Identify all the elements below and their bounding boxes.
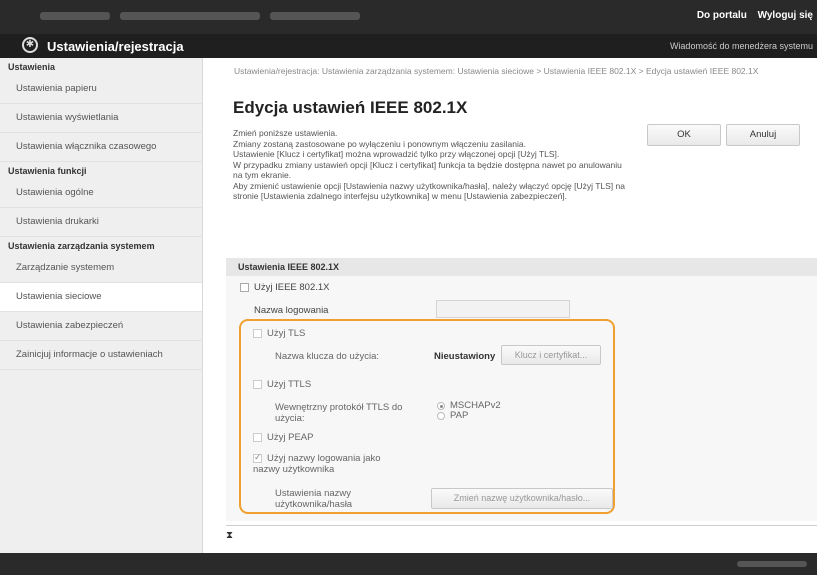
username-settings-label: Ustawienia nazwy: [275, 488, 352, 499]
sidebar-section-title: Ustawienia funkcji: [8, 166, 87, 176]
divider: [226, 525, 817, 526]
use-ieee-label: Użyj IEEE 802.1X: [254, 282, 330, 293]
settings-logo-icon: ✱: [22, 37, 38, 53]
use-peap-checkbox[interactable]: [253, 433, 262, 442]
sidebar-section-title: Ustawienia: [8, 62, 56, 72]
login-name-label: Nazwa logowania: [254, 305, 329, 316]
username-settings-label: użytkownika/hasła: [275, 499, 353, 510]
ok-button[interactable]: OK: [647, 124, 721, 146]
login-name-field[interactable]: [436, 300, 570, 318]
radio-mschapv2[interactable]: [437, 402, 445, 410]
use-ieee-checkbox[interactable]: [240, 283, 249, 292]
app-title: Ustawienia/rejestracja: [47, 39, 184, 54]
admin-message-link[interactable]: Wiadomość do menedżera systemu: [670, 41, 813, 51]
cancel-button[interactable]: Anuluj: [726, 124, 800, 146]
breadcrumb: Ustawienia/rejestracja: Ustawienia zarzą…: [234, 66, 759, 76]
blurred-text: [270, 12, 360, 20]
top-bar: Do portalu Wyloguj się: [0, 0, 817, 34]
section-header: Ustawienia IEEE 802.1X: [226, 258, 817, 276]
page-title: Edycja ustawień IEEE 802.1X: [233, 98, 468, 117]
blurred-copyright: [737, 561, 807, 567]
sidebar: Ustawienia Ustawienia papieru Ustawienia…: [0, 58, 203, 553]
scroll-top-icon[interactable]: ⧗: [226, 530, 233, 541]
sidebar-item-security-settings[interactable]: Ustawienia zabezpieczeń: [0, 312, 202, 341]
sidebar-item-display-settings[interactable]: Ustawienia wyświetlania: [0, 104, 202, 133]
use-login-as-username-label: Użyj nazwy logowania jako: [267, 453, 381, 464]
use-tls-checkbox[interactable]: [253, 329, 262, 338]
radio-pap-label: PAP: [450, 410, 469, 421]
app-bar: ✱ Ustawienia/rejestracja Wiadomość do me…: [0, 34, 817, 58]
sidebar-item-timer-settings[interactable]: Ustawienia włącznika czasowego: [0, 133, 202, 162]
use-login-as-username-label: nazwy użytkownika: [253, 464, 335, 475]
use-ttls-checkbox[interactable]: [253, 380, 262, 389]
sidebar-item-system-management[interactable]: Zarządzanie systemem: [0, 254, 202, 283]
sidebar-section-title: Ustawienia zarządzania systemem: [8, 241, 155, 251]
description-line: W przypadku zmiany ustawień opcji [Klucz…: [233, 159, 622, 181]
use-login-as-username-checkbox[interactable]: [253, 452, 262, 463]
radio-pap[interactable]: [437, 412, 445, 420]
ttls-protocol-label: użycia:: [275, 413, 305, 424]
key-name-label: Nazwa klucza do użycia:: [275, 351, 380, 362]
sidebar-item-printer-settings[interactable]: Ustawienia drukarki: [0, 208, 202, 237]
blurred-logo: [40, 12, 110, 20]
description-line: Ustawienie [Klucz i certyfikat] można wp…: [233, 149, 560, 159]
description-line: Zmiany zostaną zastosowane po wyłączeniu…: [233, 138, 526, 149]
sidebar-item-network-settings[interactable]: Ustawienia sieciowe: [0, 283, 202, 312]
portal-link[interactable]: Do portalu: [697, 10, 747, 21]
use-tls-label: Użyj TLS: [267, 328, 306, 339]
description-line: Aby zmienić ustawienie opcji [Ustawienia…: [233, 180, 625, 202]
key-certificate-button[interactable]: Klucz i certyfikat...: [501, 345, 601, 365]
sidebar-item-initialize-settings[interactable]: Zainicjuj informacje o ustawieniach: [0, 341, 202, 370]
sidebar-item-paper-settings[interactable]: Ustawienia papieru: [0, 75, 202, 104]
description: Zmień poniższe ustawienia. Zmiany zostan…: [233, 128, 633, 202]
logout-link[interactable]: Wyloguj się: [758, 10, 813, 21]
description-line: Zmień poniższe ustawienia.: [233, 128, 338, 138]
use-peap-label: Użyj PEAP: [267, 432, 314, 443]
change-username-password-button[interactable]: Zmień nazwę użytkownika/hasło...: [431, 488, 613, 509]
key-value: Nieustawiony: [434, 351, 496, 362]
blurred-text: [120, 12, 260, 20]
ttls-protocol-label: Wewnętrzny protokół TTLS do: [275, 402, 403, 413]
sidebar-item-general-settings[interactable]: Ustawienia ogólne: [0, 179, 202, 208]
top-links: Do portalu Wyloguj się: [689, 10, 813, 21]
use-ttls-label: Użyj TTLS: [267, 379, 312, 390]
footer-bar: [0, 553, 817, 575]
